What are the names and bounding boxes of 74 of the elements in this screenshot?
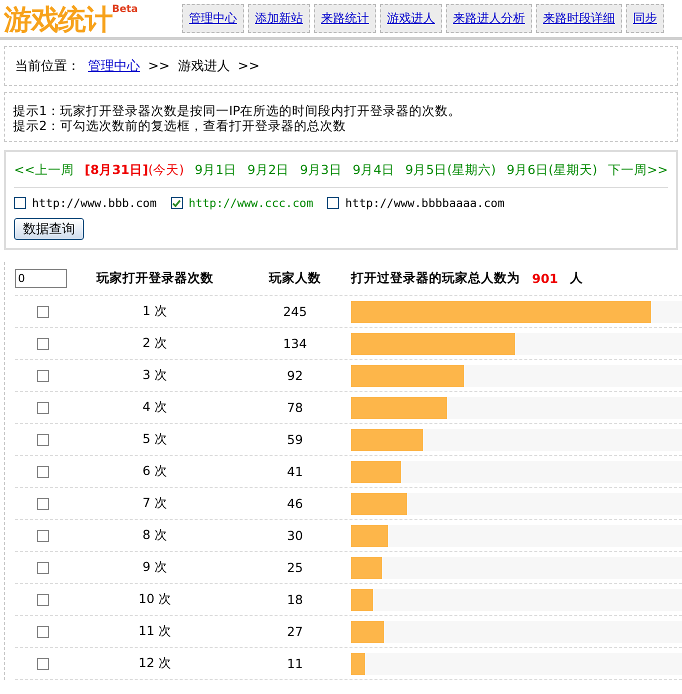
times-cell-text: 8 次 [142, 527, 168, 544]
times-cell-text: 2 次 [142, 335, 168, 352]
date-link[interactable]: [8月31日](今天) [84, 162, 184, 179]
times-cell-text: 6 次 [142, 463, 168, 480]
date-link[interactable]: 9月6日(星期天) [506, 162, 598, 179]
nav-tab[interactable]: 管理中心 [182, 4, 244, 33]
breadcrumb-separator: >> [238, 58, 260, 74]
breadcrumb-label: 当前位置： [15, 58, 80, 75]
date-link[interactable]: 9月3日 [300, 162, 342, 179]
total-value: 901 [532, 271, 558, 286]
nav-tab[interactable]: 游戏进人 [380, 4, 442, 33]
breadcrumb-link[interactable]: 管理中心 [88, 57, 140, 75]
times-cell-text: 3 次 [142, 367, 168, 384]
players-cell-text: 134 [282, 336, 308, 351]
players-cell-text: 78 [286, 400, 304, 415]
row-checkbox[interactable] [37, 370, 49, 382]
nav-tab[interactable]: 添加新站 [248, 4, 310, 33]
row-checkbox[interactable] [37, 498, 49, 510]
players-cell-text: 92 [286, 368, 304, 383]
row-checkbox[interactable] [37, 562, 49, 574]
prev-week-link[interactable]: <<上一周 [14, 162, 74, 179]
players-cell-text: 18 [286, 592, 304, 607]
players-cell-text: 245 [282, 304, 308, 319]
times-cell-text: 11 次 [138, 623, 172, 640]
nav-tab[interactable]: 来路进人分析 [446, 4, 532, 33]
checkbox[interactable] [170, 197, 183, 209]
column-header: 玩家人数 [268, 270, 322, 287]
nav-tab[interactable]: 来路时段详细 [536, 4, 622, 33]
filter-input[interactable]: 0 [15, 269, 67, 288]
nav-tab[interactable]: 来路统计 [314, 4, 376, 33]
times-cell-text: 12 次 [138, 655, 172, 672]
checkbox[interactable] [327, 197, 340, 209]
row-checkbox[interactable] [37, 658, 49, 670]
row-checkbox[interactable] [37, 530, 49, 542]
times-cell-text: 4 次 [142, 399, 168, 416]
nav-tab[interactable]: 同步 [626, 4, 664, 33]
breadcrumb-separator: >> [148, 58, 170, 74]
tip-text: 提示1：玩家打开登录器次数是按同一IP在所选的时间段内打开登录器的次数。 [13, 103, 462, 118]
date-link[interactable]: 9月5日(星期六) [405, 162, 496, 179]
players-cell-text: 41 [286, 464, 304, 479]
players-cell-text: 25 [286, 560, 304, 575]
players-cell-text: 30 [286, 528, 304, 543]
breadcrumb-current: 游戏进人 [178, 58, 230, 75]
row-checkbox[interactable] [37, 306, 49, 318]
next-week-link[interactable]: 下一周>> [608, 162, 668, 179]
site-label: http://www.bbbbaaaa.com [345, 196, 504, 210]
date-link[interactable]: 9月4日 [352, 162, 394, 179]
query-button[interactable]: 数据查询 [14, 218, 84, 240]
site-label: http://www.ccc.com [188, 196, 314, 210]
players-cell-text: 59 [286, 432, 304, 447]
times-cell-text: 10 次 [138, 591, 172, 608]
tip-text: 提示2：可勾选次数前的复选框，查看打开登录器的总次数 [13, 118, 347, 133]
total-unit: 人 [570, 270, 584, 287]
logo: 游戏统计 [4, 4, 112, 36]
column-header: 玩家打开登录器次数 [95, 270, 214, 287]
times-cell-text: 9 次 [142, 559, 168, 576]
row-checkbox[interactable] [37, 626, 49, 638]
row-checkbox[interactable] [37, 466, 49, 478]
row-checkbox[interactable] [37, 338, 49, 350]
times-cell-text: 1 次 [142, 303, 168, 320]
row-checkbox[interactable] [37, 594, 49, 606]
players-cell-text: 46 [286, 496, 304, 511]
times-cell-text: 7 次 [142, 495, 168, 512]
site-label: http://www.bbb.com [32, 196, 157, 210]
players-cell-text: 27 [286, 624, 304, 639]
beta-label: Beta [112, 4, 138, 15]
date-link[interactable]: 9月1日 [194, 162, 237, 179]
row-checkbox[interactable] [37, 434, 49, 446]
players-cell-text: 11 [286, 656, 304, 671]
total-label: 打开过登录器的玩家总人数为 [351, 270, 520, 287]
checkbox[interactable] [14, 197, 26, 209]
times-cell-text: 5 次 [142, 431, 168, 448]
date-link[interactable]: 9月2日 [247, 162, 290, 179]
row-checkbox[interactable] [37, 402, 49, 414]
